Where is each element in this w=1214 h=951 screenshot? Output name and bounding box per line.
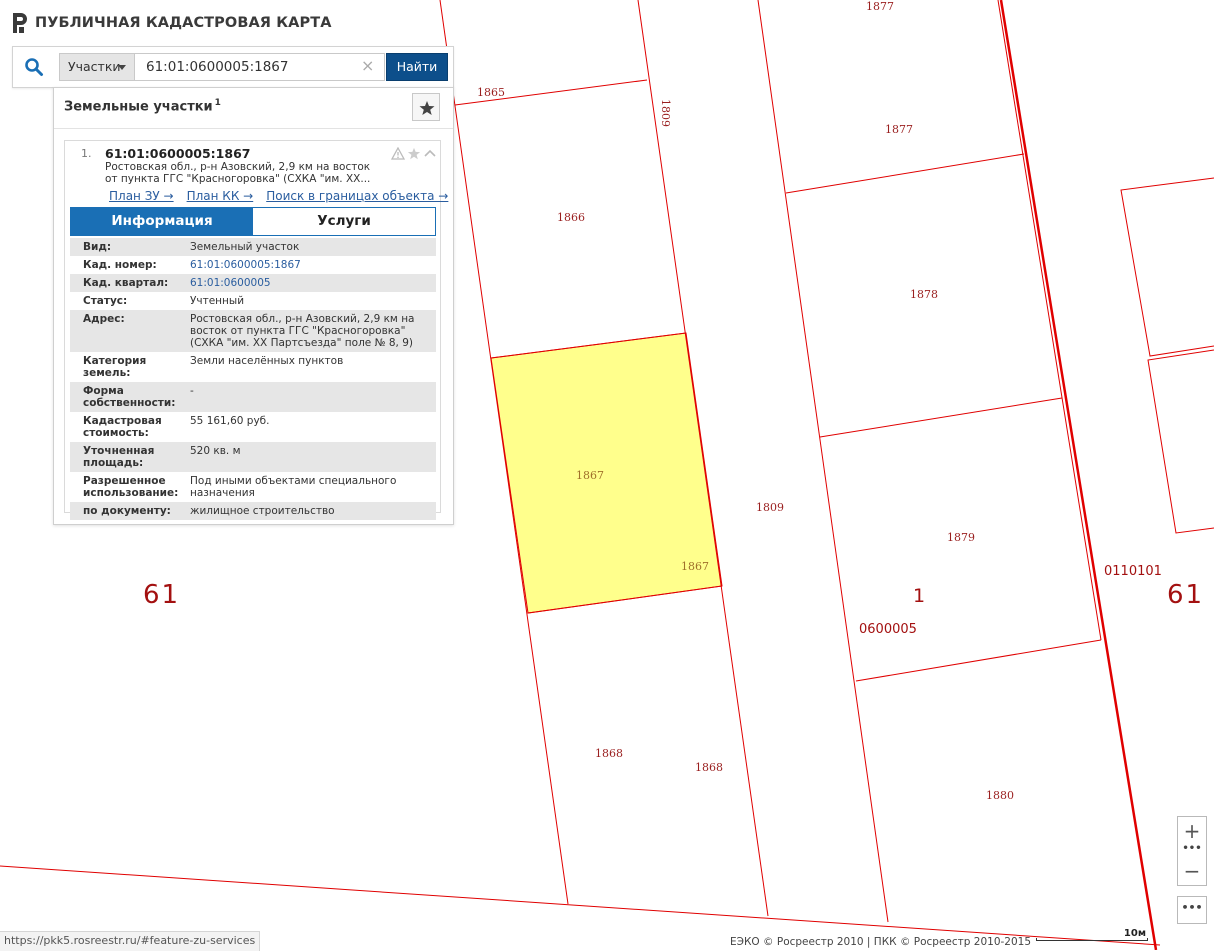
parcel-label: 1867 (576, 469, 604, 482)
card-actions (391, 147, 437, 160)
district-label-left: 61 (143, 580, 181, 610)
attr-value: 520 кв. м (190, 445, 241, 457)
attr-row: Форма собственности: - (70, 382, 436, 412)
parcel-label: 1880 (986, 789, 1014, 802)
attr-value: жилищное строительство (190, 505, 335, 517)
star-icon (419, 101, 435, 115)
parcel-label: 1879 (947, 531, 975, 544)
parcel-label: 1809 (756, 501, 784, 514)
result-card: 1. 61:01:0600005:1867 Ростовская обл., р… (64, 140, 448, 520)
parcel-label: 1866 (557, 211, 585, 224)
attribute-table: Вид: Земельный участок Кад. номер: 61:01:0… (70, 238, 436, 520)
attr-value: Земельный участок (190, 241, 300, 253)
status-url: https://pkk5.rosreestr.ru/#feature-zu-se… (0, 931, 261, 951)
attr-row: Кад. номер: 61:01:0600005:1867 (70, 256, 436, 274)
scale-label: 10м (1123, 928, 1146, 939)
search-input[interactable]: 61:01:0600005:1867 (135, 53, 385, 81)
parcel-label: 1878 (910, 288, 938, 301)
district-label-right: 61 (1167, 580, 1205, 610)
link-plan-kk[interactable]: План КК → (187, 189, 254, 203)
quarter-label-right: 0110101 (1104, 564, 1162, 579)
zoom-level-handle[interactable]: ••• (1178, 844, 1206, 858)
attr-key: Вид: (83, 241, 112, 253)
attr-value: Под иными объектами специального назначе… (190, 475, 397, 499)
tab-information[interactable]: Информация (71, 208, 253, 235)
zoom-control: + ••• − (1177, 816, 1207, 886)
warning-icon[interactable] (391, 147, 405, 160)
quarter-label: 0600005 (859, 622, 917, 637)
find-button[interactable]: Найти (386, 53, 448, 81)
favorites-button[interactable] (412, 93, 440, 121)
attr-key: Форма собственности: (83, 385, 176, 409)
parcel-label: 1877 (866, 0, 894, 13)
attr-value: Земли населённых пунктов (190, 355, 344, 367)
attr-value: Ростовская обл., р-н Азовский, 2,9 км на… (190, 313, 415, 349)
attr-key: Уточненная площадь: (83, 445, 155, 469)
quarter-boundary (999, 0, 1158, 950)
region-label: 1 (913, 585, 928, 607)
result-count: 1 (214, 98, 221, 108)
search-icon[interactable] (24, 57, 44, 77)
attr-key: Категория земель: (83, 355, 147, 379)
attr-row: по документу: жилищное строительство (70, 502, 436, 520)
attr-row: Статус: Учтенный (70, 292, 436, 310)
tab-services[interactable]: Услуги (253, 208, 435, 235)
clear-icon[interactable]: × (361, 58, 374, 74)
copyright-text: ЕЭКО © Росреестр 2010 | ПКК © Росреестр … (730, 936, 1032, 948)
attr-row: Кадастровая стоимость: 55 161,60 руб. (70, 412, 436, 442)
chevron-up-icon[interactable] (423, 147, 437, 160)
app-title: ПУБЛИЧНАЯ КАДАСТРОВАЯ КАРТА (35, 15, 332, 31)
attr-row: Кад. квартал: 61:01:0600005 (70, 274, 436, 292)
search-type-dropdown[interactable]: Участки (59, 53, 135, 81)
zoom-in-button[interactable]: + (1178, 817, 1206, 845)
parcel-label: 1809 (659, 99, 672, 127)
parcel-label: 1868 (695, 761, 723, 774)
result-index: 1. (81, 147, 92, 160)
attr-value: Учтенный (190, 295, 245, 307)
star-icon[interactable] (407, 147, 421, 160)
attr-row: Уточненная площадь: 520 кв. м (70, 442, 436, 472)
attr-key: Разрешенное использование: (83, 475, 179, 499)
attr-key: по документу: (83, 505, 171, 517)
search-type-label: Участки (68, 59, 121, 74)
attr-key: Кадастровая стоимость: (83, 415, 162, 439)
attr-row: Адрес: Ростовская обл., р-н Азовский, 2,9… (70, 310, 436, 352)
rosreestr-logo-icon (13, 13, 27, 33)
chevron-down-icon (118, 65, 126, 70)
result-cadastral-number[interactable]: 61:01:0600005:1867 (105, 146, 250, 161)
zoom-out-button[interactable]: − (1178, 857, 1206, 885)
attr-value: - (190, 385, 194, 397)
scale-bar: 10м (1036, 928, 1148, 943)
attr-key: Кад. квартал: (83, 277, 169, 289)
result-links: План ЗУ → План КК → Поиск в границах объ… (109, 189, 448, 203)
attr-key: Адрес: (83, 313, 125, 325)
divider (54, 128, 453, 129)
attr-value-link[interactable]: 61:01:0600005:1867 (190, 259, 436, 271)
app-header: ПУБЛИЧНАЯ КАДАСТРОВАЯ КАРТА (12, 10, 332, 36)
panel-title: Земельные участки 1 (64, 98, 221, 114)
results-panel: Земельные участки 1 1. 61:01:0600005:1867… (53, 87, 454, 525)
result-tabs: Информация Услуги (70, 207, 436, 236)
attr-key: Статус: (83, 295, 128, 307)
result-address: Ростовская обл., р-н Азовский, 2,9 км на… (105, 161, 371, 185)
attr-value: 55 161,60 руб. (190, 415, 270, 427)
parcel-label: 1868 (595, 747, 623, 760)
attr-value-link[interactable]: 61:01:0600005 (190, 277, 436, 289)
panel-title-text: Земельные участки (64, 99, 213, 115)
search-bar: Участки 61:01:0600005:1867 × Найти (12, 46, 454, 88)
parcel-label: 1877 (885, 123, 913, 136)
link-plan-zu[interactable]: План ЗУ → (109, 189, 174, 203)
attr-row: Разрешенное использование: Под иными объе… (70, 472, 436, 502)
attr-key: Кад. номер: (83, 259, 157, 271)
attr-row: Вид: Земельный участок (70, 238, 436, 256)
parcel-label: 1865 (477, 86, 505, 99)
link-search-in-bounds[interactable]: Поиск в границах объекта → (266, 189, 448, 203)
attr-row: Категория земель: Земли населённых пункто… (70, 352, 436, 382)
more-tools-button[interactable]: ••• (1177, 896, 1207, 924)
parcel-label: 1867 (681, 560, 709, 573)
